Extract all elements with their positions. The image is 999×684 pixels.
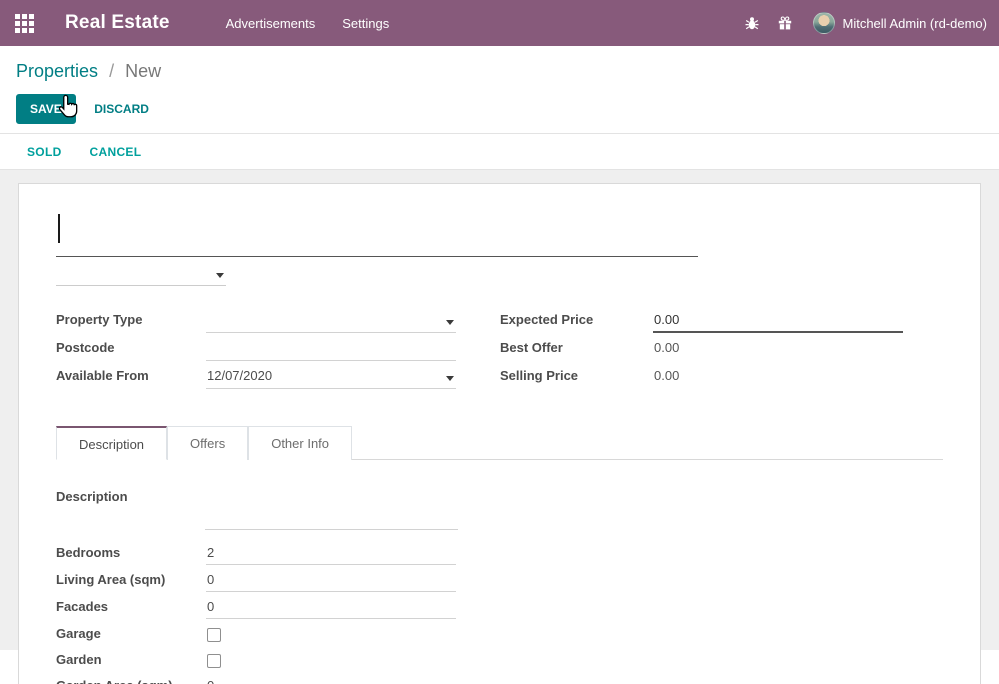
- breadcrumb: Properties / New: [0, 46, 999, 82]
- tab-description[interactable]: Description: [56, 426, 167, 460]
- field-label: Postcode: [56, 336, 206, 355]
- available-from-input[interactable]: 12/07/2020: [206, 366, 456, 389]
- field-row-property-type: Property Type: [56, 308, 456, 336]
- field-label: Garage: [56, 623, 206, 641]
- postcode-input[interactable]: [206, 338, 456, 361]
- cancel-button[interactable]: CANCEL: [90, 145, 142, 159]
- tab-other-info[interactable]: Other Info: [248, 426, 352, 460]
- field-grid: Property Type Postcode Available From: [56, 308, 943, 392]
- form-view-background: Property Type Postcode Available From: [0, 170, 999, 650]
- field-row-garden-area: Garden Area (sqm) 0: [56, 675, 943, 684]
- garden-checkbox-cell: [206, 650, 456, 672]
- description-fields: Bedrooms 2 Living Area (sqm) 0 Facades 0: [56, 542, 943, 684]
- field-row-facades: Facades 0: [56, 596, 943, 623]
- breadcrumb-properties[interactable]: Properties: [16, 61, 98, 81]
- field-label: Living Area (sqm): [56, 569, 206, 587]
- field-label: Facades: [56, 596, 206, 614]
- garden-checkbox[interactable]: [207, 654, 221, 668]
- property-type-input[interactable]: [206, 310, 456, 333]
- menu-advertisements[interactable]: Advertisements: [226, 16, 316, 31]
- breadcrumb-separator: /: [109, 61, 114, 81]
- field-row-garage: Garage: [56, 623, 943, 649]
- selling-price-value: 0.00: [653, 366, 903, 389]
- navbar-right: Mitchell Admin (rd-demo): [727, 12, 988, 34]
- field-label: Selling Price: [500, 364, 653, 383]
- property-name-input[interactable]: [56, 212, 698, 257]
- app-brand[interactable]: Real Estate: [65, 12, 170, 34]
- tab-offers[interactable]: Offers: [167, 426, 248, 460]
- field-row-description: Description: [56, 487, 943, 530]
- field-label: Bedrooms: [56, 542, 206, 560]
- apps-grid-icon[interactable]: [15, 14, 34, 33]
- field-label: Property Type: [56, 308, 206, 327]
- bug-icon[interactable]: [744, 15, 760, 31]
- field-row-best-offer: Best Offer 0.00: [500, 336, 903, 364]
- menu-settings[interactable]: Settings: [342, 16, 389, 31]
- expected-price-input[interactable]: 0.00: [653, 310, 903, 333]
- field-label: Expected Price: [500, 308, 653, 327]
- save-button[interactable]: SAVE: [16, 94, 76, 124]
- field-row-selling-price: Selling Price 0.00: [500, 364, 903, 392]
- garage-checkbox[interactable]: [207, 628, 221, 642]
- breadcrumb-current: New: [125, 61, 161, 81]
- form-sheet: Property Type Postcode Available From: [18, 183, 981, 684]
- field-row-available-from: Available From 12/07/2020: [56, 364, 456, 392]
- field-label: Garden Area (sqm): [56, 675, 206, 684]
- description-tab-content: Description Bedrooms 2 Living Area (sqm)…: [56, 460, 943, 684]
- top-navbar: Real Estate Advertisements Settings Mitc…: [0, 0, 999, 46]
- notebook-tabs: Description Offers Other Info: [56, 425, 943, 460]
- form-statusbar: SOLD CANCEL: [0, 133, 999, 170]
- dropdown-caret-icon[interactable]: [446, 376, 454, 381]
- discard-button[interactable]: DISCARD: [94, 102, 149, 116]
- garden-area-input[interactable]: 0: [206, 676, 456, 684]
- field-label: Best Offer: [500, 336, 653, 355]
- text-caret: [58, 214, 60, 243]
- field-row-garden: Garden: [56, 649, 943, 675]
- nav-menus: Advertisements Settings: [226, 16, 390, 31]
- living-area-input[interactable]: 0: [206, 570, 456, 592]
- sold-button[interactable]: SOLD: [27, 145, 62, 159]
- field-row-postcode: Postcode: [56, 336, 456, 364]
- field-label: Garden: [56, 649, 206, 667]
- bedrooms-input[interactable]: 2: [206, 543, 456, 565]
- user-avatar[interactable]: [813, 12, 835, 34]
- field-label: Available From: [56, 364, 206, 383]
- control-panel-actions: SAVE DISCARD: [0, 82, 999, 133]
- best-offer-value: 0.00: [653, 338, 903, 361]
- field-row-expected-price: Expected Price 0.00: [500, 308, 903, 336]
- dropdown-caret-icon[interactable]: [216, 273, 224, 278]
- left-field-column: Property Type Postcode Available From: [56, 308, 456, 392]
- field-row-living-area: Living Area (sqm) 0: [56, 569, 943, 596]
- property-tags-input[interactable]: [56, 261, 226, 286]
- field-label: Description: [56, 487, 205, 530]
- garage-checkbox-cell: [206, 624, 456, 646]
- dropdown-caret-icon[interactable]: [446, 320, 454, 325]
- gift-icon[interactable]: [777, 15, 793, 31]
- user-menu[interactable]: Mitchell Admin (rd-demo): [843, 16, 988, 31]
- right-field-column: Expected Price 0.00 Best Offer 0.00 Sell…: [500, 308, 903, 392]
- description-textarea[interactable]: [205, 487, 458, 530]
- facades-input[interactable]: 0: [206, 597, 456, 619]
- field-row-bedrooms: Bedrooms 2: [56, 542, 943, 569]
